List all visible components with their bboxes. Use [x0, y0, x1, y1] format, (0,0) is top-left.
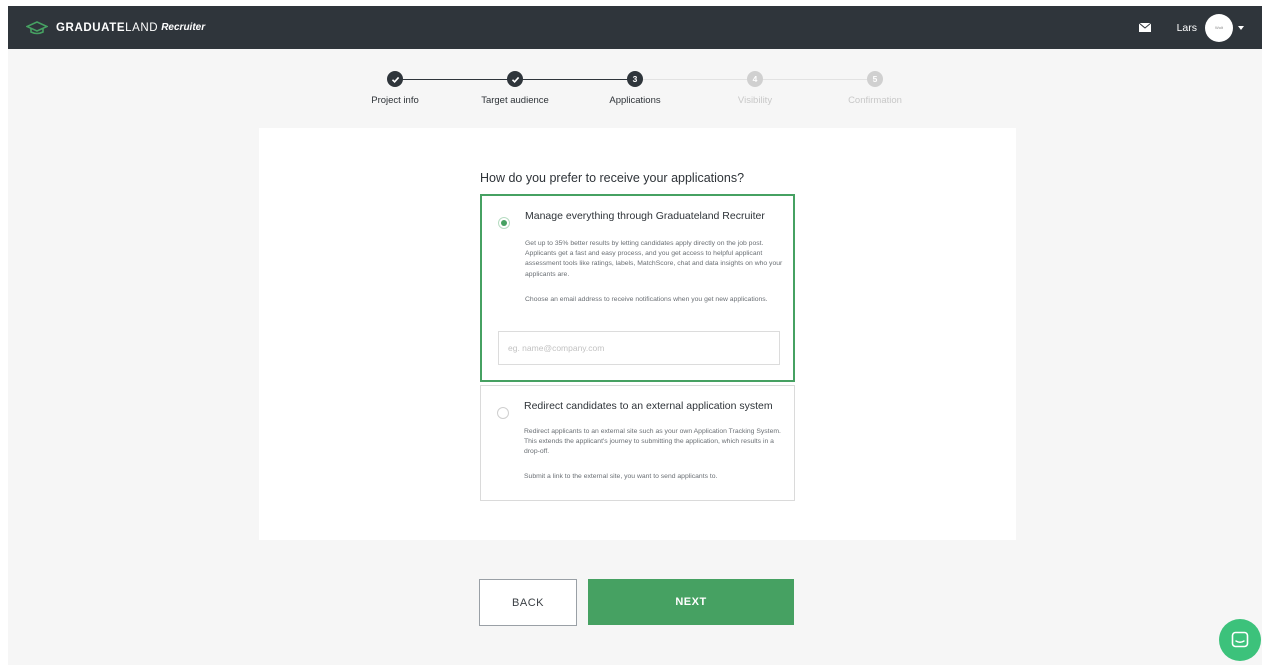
user-name[interactable]: Lars	[1177, 22, 1197, 34]
option-title: Redirect candidates to an external appli…	[524, 400, 773, 412]
mail-icon[interactable]	[1138, 23, 1151, 32]
step-label: Target audience	[481, 95, 549, 106]
chat-icon	[1231, 631, 1249, 648]
check-icon	[391, 76, 399, 83]
step-circle: 4	[747, 71, 763, 87]
step-project-info[interactable]: Project info	[335, 71, 455, 106]
step-label: Visibility	[737, 95, 773, 106]
next-button[interactable]: NEXT	[588, 579, 794, 625]
option-description: Redirect applicants to an external site …	[524, 428, 781, 456]
top-navigation-bar: GRADUATELAND Recruiter Lars Wolt	[8, 6, 1262, 49]
step-label: Applications	[609, 95, 661, 106]
step-target-audience[interactable]: Target audience	[455, 71, 575, 106]
chat-launcher-button[interactable]	[1219, 619, 1261, 661]
radio-graduateland-recruiter[interactable]	[498, 217, 510, 229]
option-external-system[interactable]: Redirect candidates to an external appli…	[480, 385, 795, 501]
email-field[interactable]	[498, 331, 780, 365]
chevron-down-icon[interactable]	[1238, 25, 1244, 30]
back-button[interactable]: BACK	[479, 579, 577, 626]
step-visibility[interactable]: 4 Visibility	[695, 71, 815, 106]
option-graduateland-recruiter[interactable]: Manage everything through Graduateland R…	[480, 194, 795, 382]
brand-subtitle: Recruiter	[161, 22, 206, 33]
brand-name: GRADUATELAND	[56, 21, 159, 34]
avatar-logo-text: Wolt	[1215, 25, 1223, 30]
avatar[interactable]: Wolt	[1205, 13, 1233, 42]
check-icon	[511, 76, 519, 83]
step-circle	[507, 71, 523, 87]
option-title: Manage everything through Graduateland R…	[525, 210, 765, 222]
step-confirmation[interactable]: 5 Confirmation	[815, 71, 935, 106]
page-question: How do you prefer to receive your applic…	[480, 171, 745, 185]
graduation-cap-icon	[26, 20, 48, 34]
brand-logo-link[interactable]: GRADUATELAND Recruiter	[26, 20, 206, 35]
step-circle	[387, 71, 403, 87]
step-circle: 5	[867, 71, 883, 87]
step-label: Confirmation	[848, 95, 902, 106]
top-right-controls: Lars Wolt	[1138, 13, 1244, 42]
step-applications[interactable]: 3 Applications	[575, 71, 695, 106]
option-instruction: Submit a link to the external site, you …	[524, 473, 718, 480]
step-label: Project info	[371, 95, 419, 106]
progress-stepper: Project info Target audience 3 Applicati…	[8, 71, 1262, 121]
option-instruction: Choose an email address to receive notif…	[525, 296, 768, 303]
radio-external-system[interactable]	[497, 407, 509, 419]
step-circle: 3	[627, 71, 643, 87]
applications-card: How do you prefer to receive your applic…	[259, 128, 1016, 540]
app-frame: GRADUATELAND Recruiter Lars Wolt Project…	[8, 6, 1262, 665]
option-description: Get up to 35% better results by letting …	[525, 240, 783, 278]
